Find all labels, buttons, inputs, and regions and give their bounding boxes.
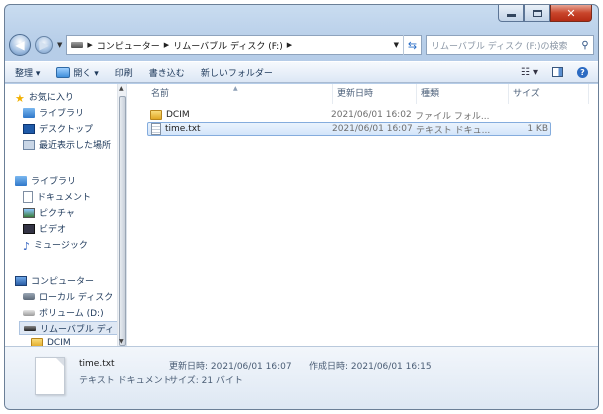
pictures-icon <box>23 207 35 218</box>
file-type: ファイル フォル... <box>415 111 490 122</box>
back-button[interactable]: ◀ <box>9 34 31 56</box>
star-icon: ★ <box>15 91 25 105</box>
column-type[interactable]: 種類 <box>417 84 509 104</box>
details-file-type: テキスト ドキュメント <box>79 376 172 386</box>
music-icon: ♪ <box>23 239 31 253</box>
details-modified: 更新日時: 2021/06/01 16:07 <box>169 362 292 372</box>
new-folder-button[interactable]: 新しいフォルダー <box>201 66 273 79</box>
file-name: DCIM <box>166 110 190 120</box>
column-headers: 名前 更新日時 種類 サイズ <box>127 84 598 104</box>
file-date: 2021/06/01 16:02 <box>331 110 412 120</box>
nav-videos[interactable]: ビデオ <box>23 222 66 235</box>
file-list: 名前 更新日時 種類 サイズ ▲ DCIM 2021/06/01 16:02 フ… <box>127 84 598 346</box>
navigation-pane: ★ お気に入り ライブラリ デスクトップ 最近表示した場所 ライブラリ ドキュメン… <box>5 84 127 346</box>
search-icon[interactable]: ⚲ <box>577 40 593 51</box>
nav-fav-libraries[interactable]: ライブラリ <box>23 106 84 119</box>
file-date: 2021/06/01 16:07 <box>332 124 413 134</box>
removable-drive-icon <box>71 42 84 48</box>
scroll-up-icon[interactable]: ▲ <box>119 85 124 92</box>
explorer-window: ✕ ◀ ▶ ▼ ▶ コンピューター ▶ リムーバブル ディスク (F:) ▶ ▼… <box>4 4 599 410</box>
column-size[interactable]: サイズ <box>509 84 589 104</box>
file-row-time-txt[interactable]: time.txt 2021/06/01 16:07 テキスト ドキュ... 1 … <box>147 122 551 136</box>
nav-music[interactable]: ♪ ミュージック <box>23 238 88 253</box>
back-arrow-icon: ◀ <box>15 38 25 52</box>
breadcrumb-separator-icon[interactable]: ▶ <box>87 41 92 49</box>
document-icon <box>23 190 33 203</box>
organize-button[interactable]: 整理 ▾ <box>15 66 40 79</box>
search-placeholder: リムーバブル ディスク (F:)の検索 <box>431 41 568 52</box>
folder-icon <box>150 110 162 120</box>
change-view-icon[interactable]: ☷ ▾ <box>521 67 538 78</box>
nav-computer[interactable]: コンピューター <box>15 274 94 287</box>
address-bar[interactable]: ▶ コンピューター ▶ リムーバブル ディスク (F:) ▶ ▼ ⇆ <box>66 35 422 55</box>
desktop-icon <box>23 123 35 134</box>
forward-button[interactable]: ▶ <box>35 36 53 54</box>
refresh-button[interactable]: ⇆ <box>403 35 421 55</box>
maximize-button[interactable] <box>524 5 550 22</box>
nav-documents[interactable]: ドキュメント <box>23 190 91 203</box>
close-button[interactable]: ✕ <box>550 5 592 22</box>
details-pane: time.txt テキスト ドキュメント 更新日時: 2021/06/01 16… <box>5 346 598 409</box>
library-icon <box>15 175 27 186</box>
nav-desktop[interactable]: デスクトップ <box>23 122 93 135</box>
nav-scrollbar[interactable]: ▲ ▼ <box>117 84 126 346</box>
breadcrumb-separator-icon[interactable]: ▶ <box>164 41 169 49</box>
nav-pictures[interactable]: ピクチャ <box>23 206 75 219</box>
breadcrumb-drive[interactable]: リムーバブル ディスク (F:) <box>173 39 283 52</box>
recent-places-icon <box>23 139 35 150</box>
text-file-icon <box>151 123 161 135</box>
open-button[interactable]: 開く ▾ <box>56 66 99 79</box>
content-area: ★ お気に入り ライブラリ デスクトップ 最近表示した場所 ライブラリ ドキュメン… <box>5 84 598 346</box>
details-created: 作成日時: 2021/06/01 16:15 <box>309 362 432 372</box>
nav-scroll-thumb[interactable] <box>119 96 126 346</box>
minimize-icon <box>506 14 516 17</box>
nav-recent-places[interactable]: 最近表示した場所 <box>23 138 111 151</box>
column-name[interactable]: 名前 <box>127 84 333 104</box>
recent-pages-dropdown[interactable]: ▼ <box>57 41 62 49</box>
library-icon <box>23 107 35 118</box>
details-size: サイズ: 21 バイト <box>169 376 243 386</box>
command-bar: 整理 ▾ 開く ▾ 印刷 書き込む 新しいフォルダー ☷ ▾ ? <box>5 61 598 83</box>
nav-removable-disk[interactable]: リムーバブル ディ <box>19 321 123 335</box>
sort-indicator-icon: ▲ <box>233 85 238 92</box>
help-icon[interactable]: ? <box>577 66 588 78</box>
print-button[interactable]: 印刷 <box>115 66 133 79</box>
file-type: テキスト ドキュ... <box>416 125 491 136</box>
file-name: time.txt <box>165 124 201 134</box>
nav-dcim[interactable]: DCIM <box>31 338 71 346</box>
text-file-icon <box>35 357 65 395</box>
details-file-name: time.txt <box>79 359 115 369</box>
breadcrumb-computer[interactable]: コンピューター <box>97 39 160 52</box>
nav-favorites[interactable]: ★ お気に入り <box>15 90 74 105</box>
folder-icon <box>31 338 43 346</box>
breadcrumb-separator-icon[interactable]: ▶ <box>287 41 292 49</box>
hard-disk-icon <box>23 293 35 300</box>
column-date[interactable]: 更新日時 <box>333 84 417 104</box>
nav-volume-d[interactable]: ボリューム (D:) <box>23 306 104 319</box>
computer-icon <box>15 275 27 286</box>
address-row: ◀ ▶ ▼ ▶ コンピューター ▶ リムーバブル ディスク (F:) ▶ ▼ ⇆… <box>9 33 594 57</box>
forward-arrow-icon: ▶ <box>39 38 49 52</box>
refresh-icon: ⇆ <box>407 38 418 52</box>
minimize-button[interactable] <box>498 5 524 22</box>
file-row-dcim[interactable]: DCIM 2021/06/01 16:02 ファイル フォル... <box>147 108 551 122</box>
maximize-icon <box>532 9 542 17</box>
removable-drive-icon <box>24 325 36 331</box>
caption-buttons: ✕ <box>498 5 592 23</box>
scroll-down-icon[interactable]: ▼ <box>119 338 124 345</box>
burn-button[interactable]: 書き込む <box>149 66 185 79</box>
nav-local-disk[interactable]: ローカル ディスク <box>23 290 113 303</box>
preview-pane-icon[interactable] <box>552 67 563 77</box>
address-dropdown-icon[interactable]: ▼ <box>394 41 399 49</box>
video-icon <box>23 223 35 234</box>
close-icon: ✕ <box>566 6 576 20</box>
open-label: 開く ▾ <box>73 68 99 79</box>
search-input[interactable]: リムーバブル ディスク (F:)の検索 ⚲ <box>426 35 594 55</box>
volume-icon <box>23 309 35 316</box>
nav-libraries[interactable]: ライブラリ <box>15 174 76 187</box>
open-icon <box>56 66 71 78</box>
file-size: 1 KB <box>527 124 548 134</box>
